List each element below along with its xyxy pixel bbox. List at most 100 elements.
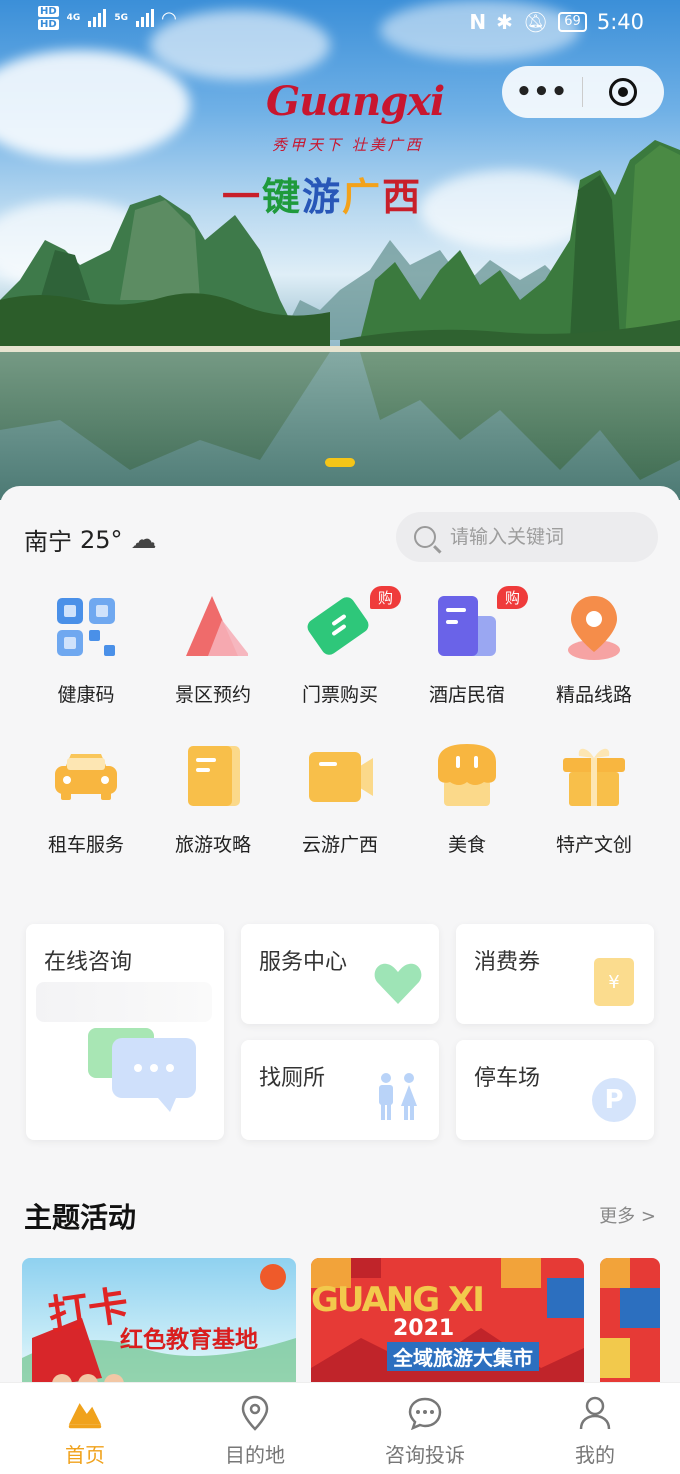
purchase-badge: 购	[369, 586, 401, 609]
purchase-badge: 购	[496, 586, 528, 609]
user-icon	[577, 1395, 613, 1431]
card-title: 停车场	[474, 1066, 541, 1091]
service-premium-routes[interactable]: 精品线路	[529, 592, 659, 707]
card-title: 消费券	[474, 950, 541, 975]
qr-code-icon	[51, 592, 121, 662]
parking-icon: P	[592, 1078, 636, 1122]
hd-tag: HD	[38, 6, 59, 17]
banner-year: 2021	[393, 1316, 455, 1341]
heart-icon	[374, 963, 422, 1004]
service-label: 精品线路	[555, 684, 632, 706]
partly-cloudy-icon: ☁︎	[130, 524, 157, 555]
theme-banner-red-education[interactable]: 打卡 红色教育基地	[22, 1258, 296, 1398]
signal-icon	[135, 9, 154, 27]
service-car-rental[interactable]: 租车服务	[21, 742, 151, 857]
service-virtual-tour[interactable]: 云游广西	[275, 742, 405, 857]
banner-guangxi-word: GUANG XI	[311, 1280, 485, 1320]
service-food[interactable]: 美食	[402, 742, 532, 857]
service-ticket-purchase[interactable]: 购 门票购买	[275, 586, 405, 707]
service-center-card[interactable]: 服务中心	[241, 924, 439, 1024]
service-label: 景区预约	[174, 684, 251, 706]
service-label: 旅游攻略	[174, 834, 251, 856]
more-themes-link[interactable]: 更多 >	[599, 1202, 656, 1228]
service-specialty-products[interactable]: 特产文创	[529, 742, 659, 857]
banner-subtitle: 全域旅游大集市	[387, 1342, 539, 1371]
target-icon	[609, 78, 637, 106]
coupon-card[interactable]: 消费券 ¥	[456, 924, 654, 1024]
tab-mine[interactable]: 我的	[510, 1383, 680, 1474]
yuan-symbol: ¥	[608, 971, 620, 993]
theme-banner-tourism-fair[interactable]: GUANG XI 2021 全域旅游大集市	[311, 1258, 584, 1398]
search-input[interactable]	[450, 526, 640, 548]
food-icon	[432, 742, 502, 812]
close-miniprogram-button[interactable]	[583, 78, 663, 106]
coupon-icon: ¥	[594, 958, 634, 1006]
slogan-char: 游	[302, 175, 343, 219]
card-title: 服务中心	[259, 950, 348, 975]
tab-home[interactable]: 首页	[0, 1383, 170, 1474]
battery-icon: 69	[558, 12, 587, 32]
more-menu-button[interactable]: •••	[502, 79, 582, 105]
chat-bubbles-icon	[88, 1028, 196, 1112]
signal-icon	[88, 9, 107, 27]
service-scenic-booking[interactable]: 景区预约	[148, 592, 278, 707]
tab-consult-complaint[interactable]: 咨询投诉	[340, 1383, 510, 1474]
section-title-themes: 主题活动	[24, 1201, 137, 1234]
tab-label: 咨询投诉	[385, 1443, 465, 1467]
carousel-indicator	[325, 458, 355, 467]
car-icon	[51, 742, 121, 812]
parking-card[interactable]: 停车场 P	[456, 1040, 654, 1140]
main-content: 南宁 25° ☁︎ 健康码 景区预约 购 门票购买	[0, 486, 680, 1398]
tab-label: 我的	[575, 1443, 615, 1467]
banner-subtitle: 红色教育基地	[120, 1327, 258, 1353]
bottom-tab-bar: 首页 目的地 咨询投诉 我的	[0, 1382, 680, 1474]
search-bar[interactable]	[396, 512, 658, 562]
service-label: 健康码	[57, 684, 115, 706]
video-camera-icon	[305, 742, 375, 812]
hd-tag: HD	[38, 19, 59, 30]
card-decoration	[36, 982, 212, 1022]
mascot-logo	[260, 1264, 286, 1290]
hero-slogan: 一键游广西	[222, 166, 422, 221]
wifi-icon: ◠	[161, 7, 176, 29]
online-consult-card[interactable]: 在线咨询	[26, 924, 224, 1140]
slogan-char: 西	[382, 175, 423, 219]
slogan-char: 一	[222, 175, 263, 219]
weather-city: 南宁	[24, 528, 72, 556]
status-right: N ✱ 🔕︎ 69 5:40	[469, 10, 644, 34]
card-title: 找厕所	[259, 1066, 326, 1091]
weather-widget[interactable]: 南宁 25° ☁︎	[24, 522, 157, 557]
hero-banner[interactable]: HD HD 4G 5G ◠ N ✱ 🔕︎ 69 5:40 ••• Guangxi…	[0, 0, 680, 500]
service-hotel[interactable]: 购 酒店民宿	[402, 586, 532, 707]
service-health-code[interactable]: 健康码	[21, 592, 151, 707]
theme-banner-partial[interactable]	[600, 1258, 660, 1398]
card-title: 在线咨询	[44, 950, 133, 975]
guide-book-icon	[178, 742, 248, 812]
bluetooth-icon: ✱	[496, 10, 513, 34]
mountain-icon	[178, 592, 250, 662]
service-label: 美食	[447, 834, 486, 856]
service-label: 云游广西	[301, 834, 378, 856]
status-left: HD HD 4G 5G ◠	[38, 6, 176, 30]
parking-symbol: P	[604, 1085, 624, 1115]
slogan-char: 键	[262, 175, 303, 219]
service-label: 门票购买	[301, 684, 378, 706]
home-icon	[67, 1395, 103, 1431]
service-label: 酒店民宿	[428, 684, 505, 706]
mute-bell-icon: 🔕︎	[522, 10, 549, 34]
tab-destination[interactable]: 目的地	[170, 1383, 340, 1474]
chat-icon	[407, 1395, 443, 1431]
search-icon	[414, 526, 436, 548]
banner-headline: 打卡	[45, 1282, 132, 1340]
service-label: 特产文创	[555, 834, 632, 856]
slogan-char: 广	[342, 175, 383, 219]
location-icon	[237, 1395, 273, 1431]
tab-label: 目的地	[225, 1443, 285, 1467]
clock: 5:40	[596, 10, 644, 34]
guangxi-logo: Guangxi	[266, 78, 445, 125]
toilet-card[interactable]: 找厕所	[241, 1040, 439, 1140]
location-pin-icon	[559, 592, 629, 662]
network-label: 4G	[66, 13, 81, 23]
toilet-icon	[379, 1073, 417, 1120]
service-travel-guide[interactable]: 旅游攻略	[148, 742, 278, 857]
